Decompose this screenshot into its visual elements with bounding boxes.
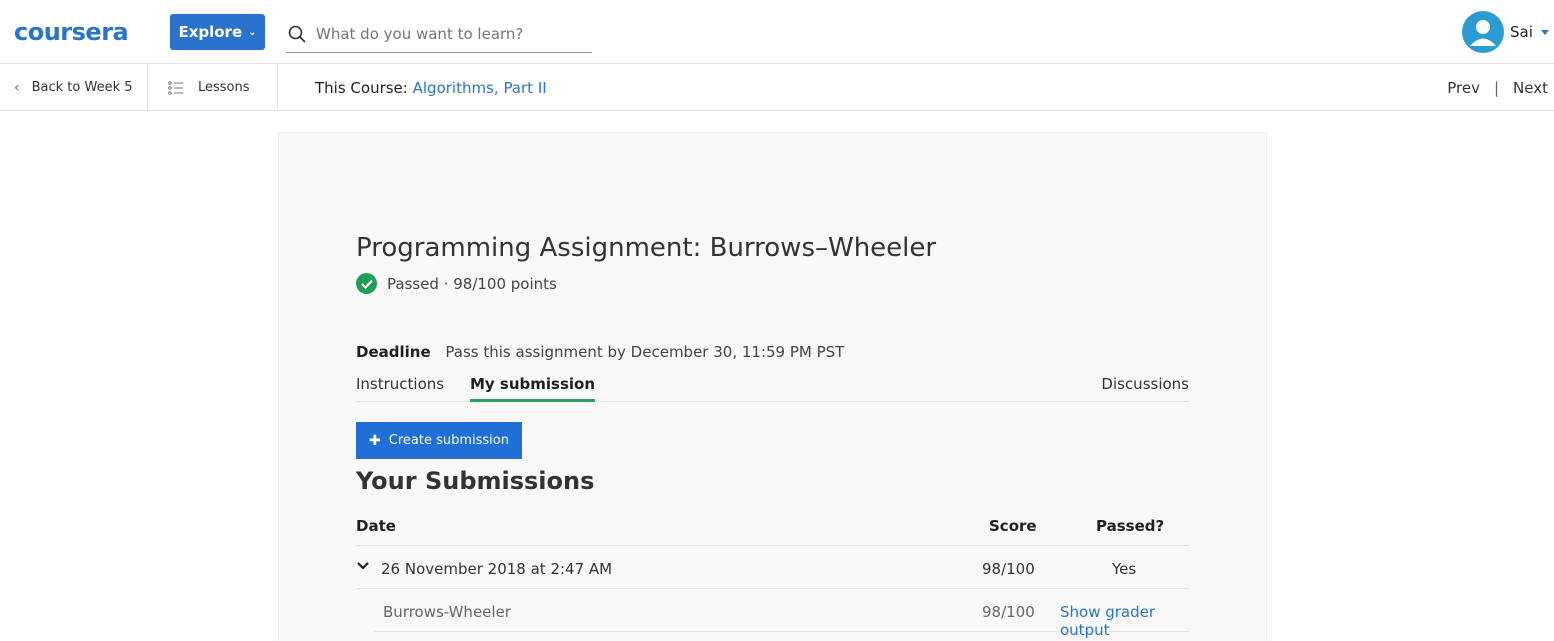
check-circle-icon: [356, 273, 377, 294]
back-to-week-link[interactable]: ‹ Back to Week 5: [0, 64, 148, 111]
tab-my-submission[interactable]: My submission: [470, 375, 596, 402]
status-text: Passed · 98/100 points: [387, 274, 557, 293]
column-header-score: Score: [989, 517, 1037, 535]
table-header: Date Score Passed?: [356, 513, 1189, 546]
explore-button[interactable]: Explore ⌄: [170, 14, 265, 50]
prev-next-nav: Prev | Next: [1447, 79, 1548, 97]
course-breadcrumb: This Course: Algorithms, Part II: [315, 79, 547, 97]
back-label: Back to Week 5: [31, 80, 133, 95]
search-input[interactable]: [316, 19, 586, 49]
chevron-down-icon: ⌄: [248, 26, 257, 38]
submissions-table: Date Score Passed? 26 November 2018 at 2…: [356, 513, 1189, 639]
deadline-label: Deadline: [356, 343, 431, 361]
plus-icon: ✚: [369, 432, 381, 449]
top-header: coursera Explore ⌄ Sai: [0, 0, 1554, 64]
list-icon: [168, 80, 183, 95]
user-icon: [1470, 20, 1496, 46]
prev-link[interactable]: Prev: [1447, 79, 1480, 97]
part-name: Burrows-Wheeler: [383, 603, 511, 621]
table-row[interactable]: 26 November 2018 at 2:47 AM 98/100 Yes: [356, 546, 1189, 589]
status-badge: Passed · 98/100 points: [356, 273, 557, 294]
submission-passed: Yes: [1112, 560, 1137, 578]
create-submission-label: Create submission: [388, 433, 509, 448]
submissions-title: Your Submissions: [356, 467, 595, 495]
part-score: 98/100: [982, 603, 1035, 621]
table-row: Burrows-Wheeler 98/100 Show grader outpu…: [374, 589, 1189, 639]
caret-down-icon: [1540, 29, 1549, 35]
create-submission-button[interactable]: ✚ Create submission: [356, 422, 522, 459]
nav-separator: |: [1493, 79, 1500, 97]
next-link[interactable]: Next: [1513, 79, 1548, 97]
search-bar: [286, 16, 592, 53]
lessons-button[interactable]: Lessons: [148, 64, 278, 111]
chevron-down-icon[interactable]: [356, 559, 370, 577]
deadline-text: Pass this assignment by December 30, 11:…: [445, 343, 845, 361]
assignment-tabs: Instructions My submission Discussions: [356, 373, 1189, 402]
avatar: [1462, 11, 1504, 53]
column-header-date: Date: [356, 517, 396, 535]
tab-instructions[interactable]: Instructions: [356, 375, 444, 402]
explore-label: Explore: [178, 23, 243, 41]
user-name: Sai: [1510, 23, 1533, 41]
show-grader-output-link[interactable]: Show grader output: [1060, 603, 1189, 639]
submission-date: 26 November 2018 at 2:47 AM: [381, 560, 613, 578]
course-prefix: This Course:: [315, 79, 408, 97]
chevron-left-icon: ‹: [14, 79, 20, 96]
submission-score: 98/100: [982, 560, 1035, 578]
column-header-passed: Passed?: [1096, 517, 1165, 535]
page-title: Programming Assignment: Burrows–Wheeler: [356, 233, 937, 263]
course-link[interactable]: Algorithms, Part II: [413, 79, 547, 97]
tab-discussions[interactable]: Discussions: [1101, 375, 1189, 402]
course-subnav: ‹ Back to Week 5 Lessons This Course: Al…: [0, 64, 1554, 111]
lessons-label: Lessons: [198, 80, 250, 95]
search-icon: [288, 25, 306, 43]
user-menu[interactable]: Sai: [1462, 11, 1549, 53]
deadline: Deadline Pass this assignment by Decembe…: [356, 343, 844, 361]
coursera-logo[interactable]: coursera: [14, 18, 129, 46]
assignment-card: Programming Assignment: Burrows–Wheeler …: [278, 132, 1267, 641]
